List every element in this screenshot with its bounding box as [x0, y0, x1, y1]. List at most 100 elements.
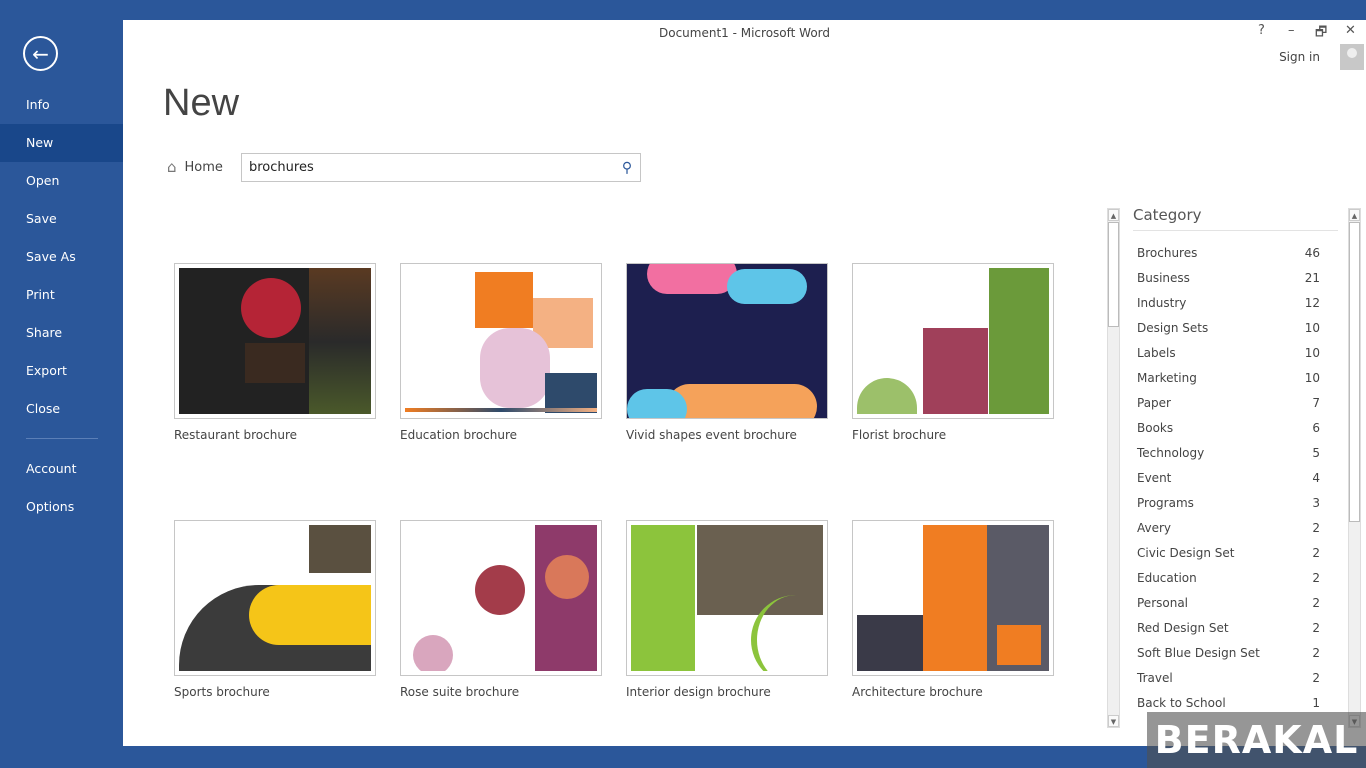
template-name: Vivid shapes event brochure	[626, 428, 797, 442]
template-card[interactable]: Florist brochure	[852, 263, 1056, 442]
scroll-up-icon[interactable]: ▲	[1349, 209, 1360, 221]
template-name: Education brochure	[400, 428, 518, 442]
nav-info[interactable]: Info	[0, 86, 123, 124]
sign-in-link[interactable]: Sign in	[1279, 50, 1320, 64]
search-input[interactable]	[242, 160, 614, 175]
watermark-logo: BERAKAL	[1147, 712, 1366, 768]
category-scrollbar[interactable]: ▲ ▼	[1348, 208, 1361, 728]
category-count: 2	[1312, 571, 1320, 585]
template-card[interactable]: Vivid shapes event brochure	[626, 263, 830, 442]
category-count: 2	[1312, 621, 1320, 635]
search-icon[interactable]: ⚲	[614, 160, 640, 176]
category-name: Technology	[1137, 446, 1205, 460]
category-name: Soft Blue Design Set	[1137, 646, 1260, 660]
category-count: 7	[1312, 396, 1320, 410]
backstage-sidebar: ← Info New Open Save Save As Print Share…	[0, 0, 123, 768]
nav-share[interactable]: Share	[0, 314, 123, 352]
template-thumbnail[interactable]	[852, 520, 1054, 676]
back-arrow-icon: ←	[32, 41, 49, 66]
category-count: 6	[1312, 421, 1320, 435]
template-card[interactable]: Restaurant brochure	[174, 263, 378, 442]
category-item[interactable]: Avery 2	[1133, 516, 1338, 541]
template-name: Restaurant brochure	[174, 428, 297, 442]
template-thumbnail[interactable]	[626, 520, 828, 676]
category-count: 21	[1304, 271, 1320, 285]
category-name: Red Design Set	[1137, 621, 1229, 635]
category-count: 12	[1304, 296, 1320, 310]
category-item[interactable]: Brochures 46	[1133, 241, 1338, 266]
nav-save[interactable]: Save	[0, 200, 123, 238]
category-count: 4	[1312, 471, 1320, 485]
template-card[interactable]: Interior design brochure	[626, 520, 830, 699]
category-title: Category	[1133, 206, 1338, 231]
category-item[interactable]: Design Sets 10	[1133, 316, 1338, 341]
restore-button[interactable]: 🗗	[1315, 23, 1327, 45]
category-count: 10	[1304, 371, 1320, 385]
template-name: Florist brochure	[852, 428, 947, 442]
category-count: 2	[1312, 671, 1320, 685]
home-link[interactable]: ⌂ Home	[167, 158, 223, 176]
category-item[interactable]: Education 2	[1133, 566, 1338, 591]
close-button[interactable]: ✕	[1345, 23, 1356, 38]
category-item[interactable]: Red Design Set 2	[1133, 616, 1338, 641]
category-panel: Category Brochures 46 Business 21 Industry 12…	[1133, 206, 1338, 716]
category-name: Personal	[1137, 596, 1189, 610]
template-thumbnail[interactable]	[174, 520, 376, 676]
back-button[interactable]: ←	[23, 36, 58, 71]
nav-new[interactable]: New	[0, 124, 123, 162]
category-name: Civic Design Set	[1137, 546, 1235, 560]
template-card[interactable]: Sports brochure	[174, 520, 378, 699]
category-name: Labels	[1137, 346, 1176, 360]
template-name: Interior design brochure	[626, 685, 771, 699]
template-name: Sports brochure	[174, 685, 270, 699]
template-name: Architecture brochure	[852, 685, 983, 699]
category-item[interactable]: Technology 5	[1133, 441, 1338, 466]
template-thumbnail[interactable]	[400, 263, 602, 419]
category-item[interactable]: Programs 3	[1133, 491, 1338, 516]
category-item[interactable]: Labels 10	[1133, 341, 1338, 366]
nav-print[interactable]: Print	[0, 276, 123, 314]
category-item[interactable]: Industry 12	[1133, 291, 1338, 316]
category-name: Business	[1137, 271, 1190, 285]
nav-close[interactable]: Close	[0, 390, 123, 428]
category-name: Programs	[1137, 496, 1194, 510]
category-item[interactable]: Business 21	[1133, 266, 1338, 291]
template-thumbnail[interactable]	[400, 520, 602, 676]
category-item[interactable]: Paper 7	[1133, 391, 1338, 416]
nav-account[interactable]: Account	[0, 450, 123, 488]
category-count: 2	[1312, 521, 1320, 535]
category-name: Books	[1137, 421, 1174, 435]
category-item[interactable]: Civic Design Set 2	[1133, 541, 1338, 566]
template-thumbnail[interactable]	[626, 263, 828, 419]
scroll-up-icon[interactable]: ▲	[1108, 209, 1119, 221]
template-thumbnail[interactable]	[852, 263, 1054, 419]
category-item[interactable]: Event 4	[1133, 466, 1338, 491]
scrollbar-thumb[interactable]	[1349, 222, 1360, 522]
category-item[interactable]: Personal 2	[1133, 591, 1338, 616]
help-button[interactable]: ?	[1258, 23, 1265, 38]
user-avatar-icon[interactable]	[1340, 44, 1364, 70]
category-item[interactable]: Soft Blue Design Set 2	[1133, 641, 1338, 666]
category-item[interactable]: Books 6	[1133, 416, 1338, 441]
category-name: Paper	[1137, 396, 1171, 410]
nav-options[interactable]: Options	[0, 488, 123, 526]
template-thumbnail[interactable]	[174, 263, 376, 419]
template-scrollbar[interactable]: ▲ ▼	[1107, 208, 1120, 728]
nav-save-as[interactable]: Save As	[0, 238, 123, 276]
category-count: 5	[1312, 446, 1320, 460]
nav-open[interactable]: Open	[0, 162, 123, 200]
template-card[interactable]: Rose suite brochure	[400, 520, 604, 699]
category-name: Avery	[1137, 521, 1172, 535]
template-card[interactable]: Architecture brochure	[852, 520, 1056, 699]
scrollbar-thumb[interactable]	[1108, 222, 1119, 327]
home-label: Home	[184, 159, 223, 175]
page-title: New	[163, 82, 240, 124]
category-name: Education	[1137, 571, 1197, 585]
category-name: Marketing	[1137, 371, 1197, 385]
nav-export[interactable]: Export	[0, 352, 123, 390]
category-item[interactable]: Travel 2	[1133, 666, 1338, 691]
category-item[interactable]: Marketing 10	[1133, 366, 1338, 391]
minimize-button[interactable]: –	[1288, 23, 1295, 38]
template-card[interactable]: Education brochure	[400, 263, 604, 442]
scroll-down-icon[interactable]: ▼	[1108, 715, 1119, 727]
